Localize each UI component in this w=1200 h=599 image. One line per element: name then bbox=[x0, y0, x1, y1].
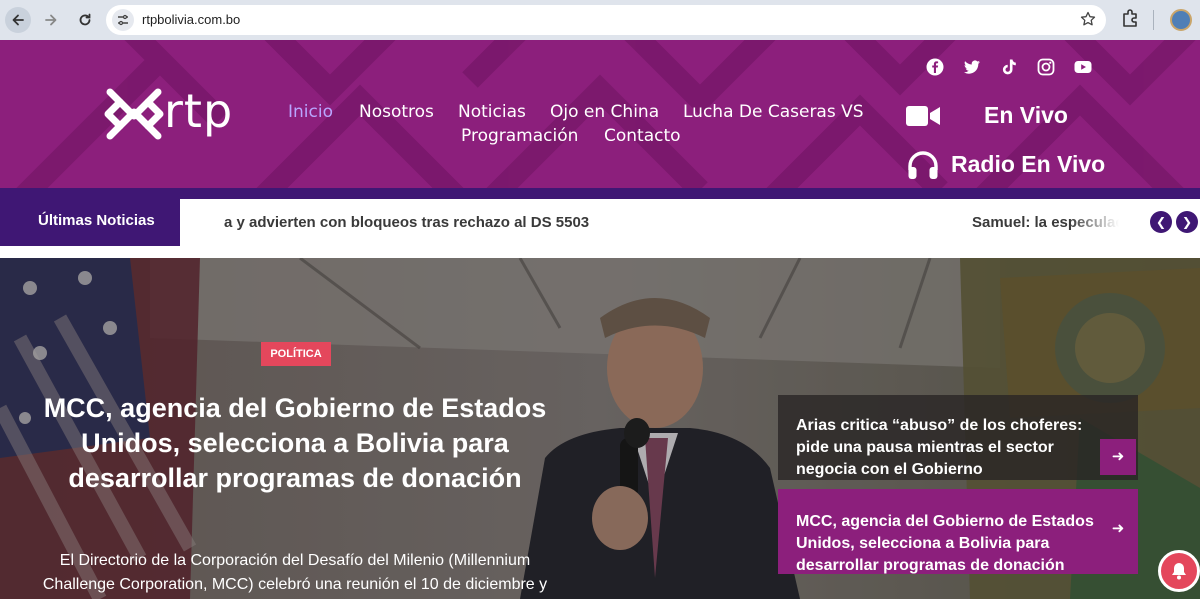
address-bar[interactable]: rtpbolivia.com.bo bbox=[106, 5, 1106, 35]
ticker-next-button[interactable]: ❯ bbox=[1176, 211, 1198, 233]
hero-featured-article[interactable]: POLÍTICA MCC, agencia del Gobierno de Es… bbox=[0, 258, 1200, 599]
nav-item-programacion[interactable]: Programación bbox=[461, 126, 578, 146]
reload-button[interactable] bbox=[72, 7, 98, 33]
hero-title[interactable]: MCC, agencia del Gobierno de Estados Uni… bbox=[40, 391, 550, 496]
side-news-card[interactable]: MCC, agencia del Gobierno de Estados Uni… bbox=[778, 489, 1138, 574]
ticker-label: Últimas Noticias bbox=[38, 212, 155, 229]
arrow-right-icon: ➜ bbox=[1111, 520, 1125, 537]
ticker-fade bbox=[1070, 199, 1140, 246]
nav-item-inicio[interactable]: Inicio bbox=[288, 102, 333, 122]
ticker-track: a y advierten con bloqueos tras rechazo … bbox=[180, 199, 1200, 246]
headphones-icon[interactable] bbox=[907, 150, 939, 180]
reload-icon bbox=[79, 13, 91, 26]
side-news-arrow-button[interactable]: ➜ bbox=[1100, 439, 1136, 475]
ticker-prev-button[interactable]: ❮ bbox=[1150, 211, 1172, 233]
browser-toolbar: rtpbolivia.com.bo bbox=[0, 0, 1200, 40]
nav-item-nosotros[interactable]: Nosotros bbox=[359, 102, 434, 122]
bookmark-star-icon[interactable] bbox=[1080, 11, 1096, 32]
arrow-right-icon: ➜ bbox=[1111, 448, 1125, 465]
facebook-icon[interactable] bbox=[926, 58, 944, 76]
toolbar-divider bbox=[1153, 10, 1154, 30]
bell-icon bbox=[1172, 563, 1186, 580]
logo-wordmark[interactable]: rtp bbox=[164, 84, 233, 138]
site-header: rtp Inicio Nosotros Noticias Ojo en Chin… bbox=[0, 40, 1200, 188]
rtp-logo-icon[interactable] bbox=[104, 84, 164, 144]
category-badge[interactable]: POLÍTICA bbox=[261, 342, 331, 366]
tiktok-icon[interactable] bbox=[1000, 58, 1018, 76]
side-news-card[interactable]: Arias critica “abuso” de los choferes: p… bbox=[778, 395, 1138, 480]
radio-live-link[interactable]: Radio En Vivo bbox=[951, 151, 1105, 178]
twitter-icon[interactable] bbox=[963, 58, 981, 76]
site-info-icon[interactable] bbox=[112, 9, 134, 31]
chevron-left-icon: ❮ bbox=[1155, 215, 1167, 229]
nav-item-noticias[interactable]: Noticias bbox=[458, 102, 526, 122]
notification-bell-button[interactable] bbox=[1158, 550, 1200, 592]
nav-item-contacto[interactable]: Contacto bbox=[604, 126, 681, 146]
profile-avatar[interactable] bbox=[1170, 9, 1192, 31]
arrow-right-icon bbox=[45, 14, 57, 26]
youtube-icon[interactable] bbox=[1074, 58, 1092, 76]
hero-excerpt: El Directorio de la Corporación del Desa… bbox=[42, 552, 548, 593]
live-tv-link[interactable]: En Vivo bbox=[984, 102, 1068, 129]
nav-item-lucha-de-caseras[interactable]: Lucha De Caseras VS bbox=[683, 102, 864, 122]
arrow-left-icon bbox=[12, 14, 24, 26]
news-ticker: Últimas Noticias a y advierten con bloqu… bbox=[0, 188, 1200, 246]
side-news-arrow-button[interactable]: ➜ bbox=[1100, 511, 1136, 547]
ticker-item[interactable]: a y advierten con bloqueos tras rechazo … bbox=[224, 214, 589, 231]
extensions-icon[interactable] bbox=[1120, 8, 1140, 33]
back-button[interactable] bbox=[5, 7, 31, 33]
instagram-icon[interactable] bbox=[1037, 58, 1055, 76]
chevron-right-icon: ❯ bbox=[1181, 215, 1193, 229]
side-news-title[interactable]: MCC, agencia del Gobierno de Estados Uni… bbox=[796, 511, 1101, 577]
side-news-title[interactable]: Arias critica “abuso” de los choferes: p… bbox=[796, 415, 1101, 481]
nav-item-ojo-en-china[interactable]: Ojo en China bbox=[550, 102, 659, 122]
url-text: rtpbolivia.com.bo bbox=[142, 12, 241, 27]
video-camera-icon[interactable] bbox=[906, 104, 940, 128]
forward-button[interactable] bbox=[38, 7, 64, 33]
